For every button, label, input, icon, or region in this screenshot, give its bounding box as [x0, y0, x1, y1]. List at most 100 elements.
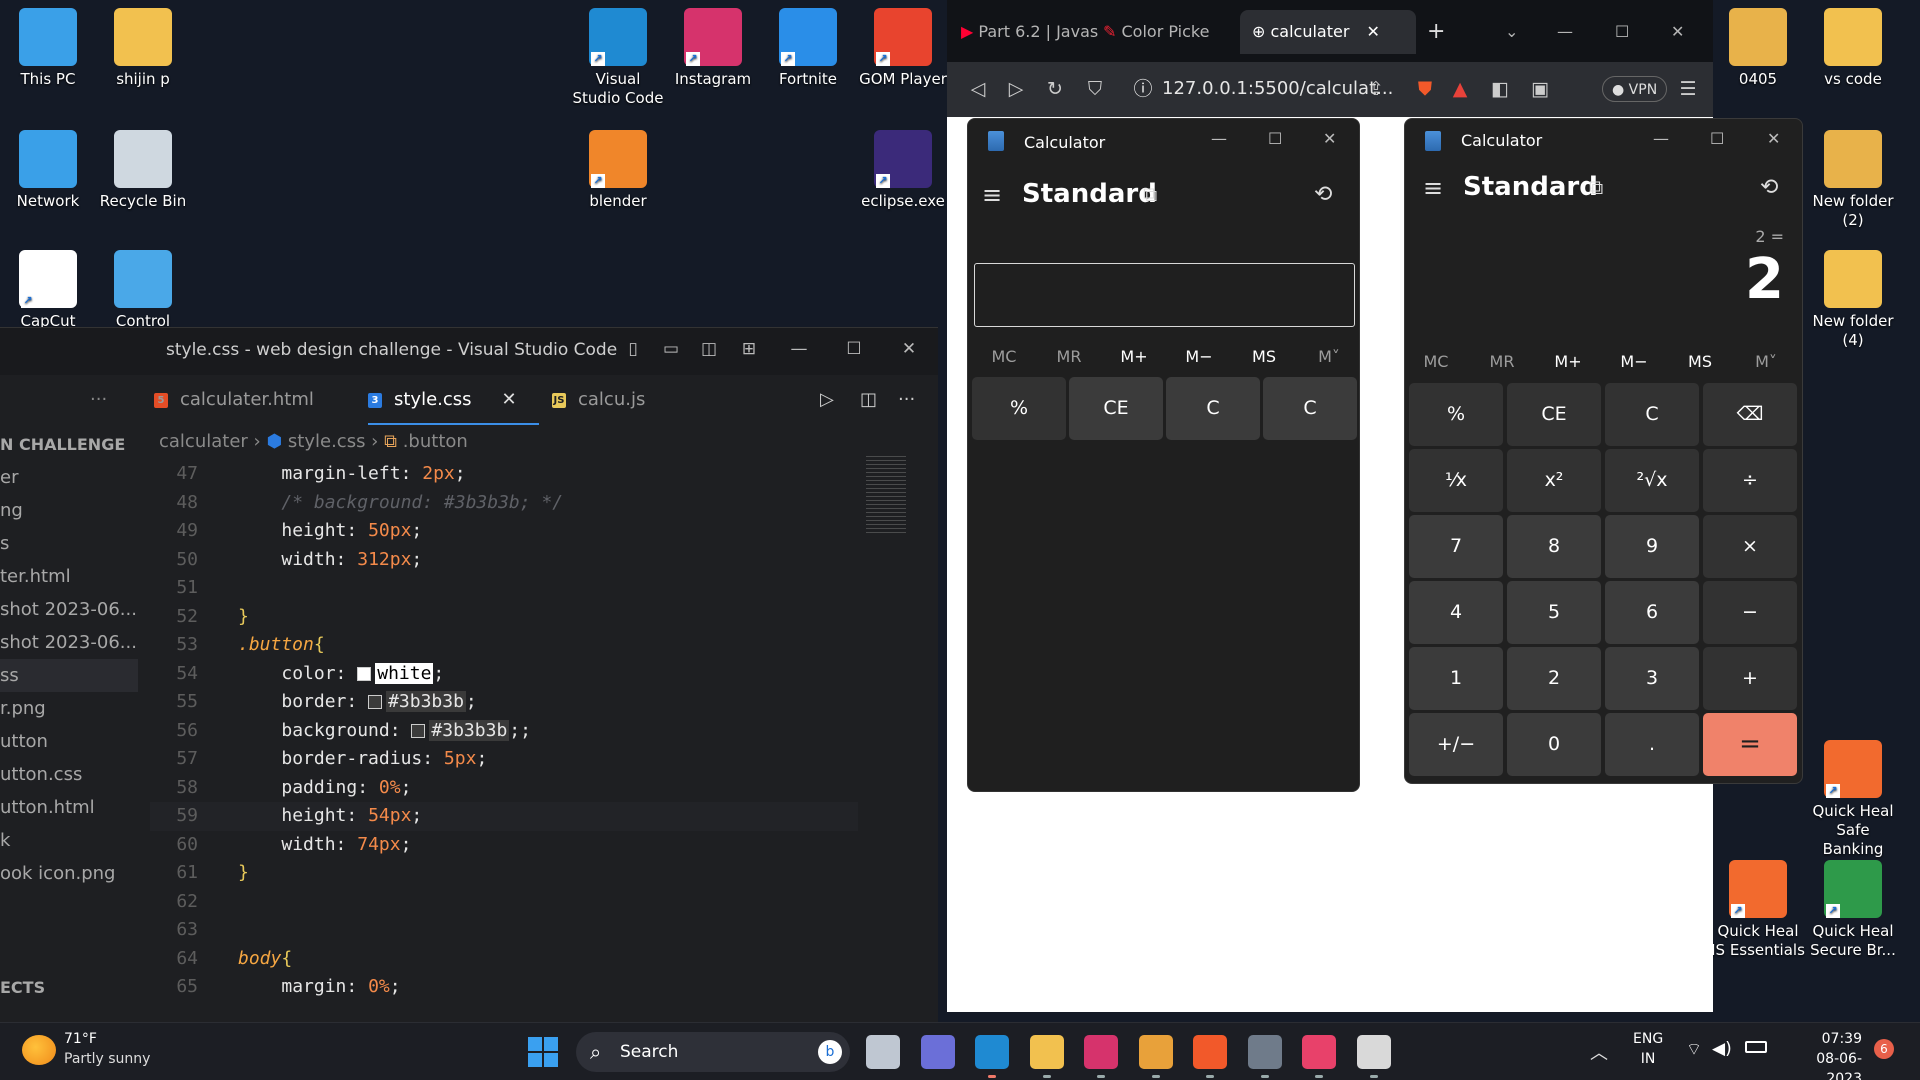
calc-button[interactable]: 5 — [1507, 581, 1601, 644]
close-button[interactable]: ✕ — [1323, 129, 1336, 148]
close-button[interactable]: ✕ — [898, 338, 920, 360]
vpn-button[interactable]: ● VPN — [1602, 76, 1668, 102]
sidebar-icon[interactable]: ◧ — [1487, 76, 1513, 102]
calculator-icon[interactable] — [1247, 1035, 1282, 1069]
memory-button[interactable]: MC — [1406, 352, 1466, 371]
new-tab-button[interactable]: + — [1427, 10, 1445, 54]
editor-more-icon[interactable]: ··· — [898, 375, 915, 425]
memory-button[interactable]: MS — [1234, 347, 1294, 366]
calc-button[interactable]: ⌫ — [1703, 383, 1797, 446]
share-icon[interactable]: ⇪ — [1363, 76, 1389, 102]
layout-split-icon[interactable]: ◫ — [698, 338, 720, 360]
code-editor[interactable]: 47 margin-left: 2px; 48 /* background: #3… — [150, 460, 858, 1002]
history-icon[interactable]: ⟲ — [1314, 182, 1332, 207]
bookmark-icon[interactable]: ⛉ — [1082, 76, 1108, 102]
desktop-icon[interactable]: ↗ eclipse.exe — [855, 130, 951, 211]
instagram-icon[interactable] — [1084, 1035, 1118, 1069]
calc-button[interactable]: 8 — [1507, 515, 1601, 578]
desktop-icon[interactable]: Recycle Bin — [95, 130, 191, 211]
vscode-icon[interactable] — [975, 1035, 1009, 1069]
desktop-icon[interactable]: 0405 — [1710, 8, 1806, 89]
minimize-button[interactable]: — — [1211, 129, 1227, 148]
desktop-icon[interactable]: Network — [0, 130, 96, 211]
desktop-icon[interactable]: ↗ Quick Heal Safe Banking — [1805, 740, 1901, 859]
brave-shield-icon[interactable]: ⛊ — [1412, 76, 1438, 102]
calc-button[interactable]: + — [1703, 647, 1797, 710]
explorer-item[interactable]: shot 2023-06... — [0, 593, 138, 626]
capcut-icon[interactable] — [1302, 1035, 1336, 1069]
explorer-item[interactable]: ter.html — [0, 560, 138, 593]
close-tab-icon[interactable]: ✕ — [502, 389, 517, 410]
minimap[interactable] — [866, 456, 906, 536]
explorer-item[interactable]: utton.css — [0, 758, 138, 791]
wallet-icon[interactable]: ▣ — [1527, 76, 1553, 102]
navigation-menu-icon[interactable]: ≡ — [1423, 174, 1443, 202]
explorer-item[interactable]: ng — [0, 494, 138, 527]
explorer-item[interactable]: k — [0, 824, 138, 857]
calc-button[interactable]: 4 — [1409, 581, 1503, 644]
memory-button[interactable]: MR — [1472, 352, 1532, 371]
browser-tab-color-picker[interactable]: ✎ Color Picke — [1103, 10, 1239, 54]
color-swatch-icon[interactable] — [411, 723, 426, 738]
desktop-icon[interactable]: This PC — [0, 8, 96, 89]
language-indicator[interactable]: ENG IN — [1633, 1029, 1663, 1069]
color-swatch-icon[interactable] — [357, 666, 372, 681]
memory-button[interactable]: M˅ — [1299, 347, 1359, 366]
explorer-item[interactable]: N CHALLENGE — [0, 428, 138, 461]
memory-button[interactable]: MS — [1670, 352, 1730, 371]
layout-sidebar-icon[interactable]: ▯ — [622, 338, 644, 360]
layout-panel-icon[interactable]: ▭ — [660, 338, 682, 360]
tab-calculater-html[interactable]: 5 calculater.html — [154, 375, 314, 425]
tab-style-css[interactable]: 3 style.css ✕ — [368, 375, 539, 425]
calc-button[interactable]: % — [1409, 383, 1503, 446]
desktop-icon[interactable]: ↗ blender — [570, 130, 666, 211]
calc-button[interactable]: ²√x — [1605, 449, 1699, 512]
memory-button[interactable]: MC — [974, 347, 1034, 366]
maximize-button[interactable]: ☐ — [843, 338, 865, 360]
memory-button[interactable]: M− — [1604, 352, 1664, 371]
calc-button[interactable]: 9 — [1605, 515, 1699, 578]
breadcrumb-symbol[interactable]: .button — [403, 431, 468, 452]
desktop-icon[interactable]: ↗ Fortnite — [760, 8, 856, 89]
calc-button[interactable]: 7 — [1409, 515, 1503, 578]
desktop-icon[interactable]: vs code — [1805, 8, 1901, 89]
maximize-button[interactable]: ☐ — [1268, 129, 1282, 148]
calc-button[interactable]: − — [1703, 581, 1797, 644]
keep-on-top-icon[interactable]: ⧉ — [1589, 175, 1603, 199]
calc-button[interactable]: × — [1703, 515, 1797, 578]
brave-icon[interactable] — [1193, 1035, 1227, 1069]
keep-on-top-icon[interactable]: ⧉ — [1143, 182, 1157, 206]
calc-button[interactable]: +/− — [1409, 713, 1503, 776]
calc-button[interactable]: C — [1263, 377, 1357, 440]
weather-temp[interactable]: 71°F — [64, 1031, 97, 1047]
desktop-icon[interactable]: shijin p — [95, 8, 191, 89]
close-button[interactable]: ✕ — [1671, 10, 1684, 54]
history-icon[interactable]: ⟲ — [1760, 175, 1778, 200]
brave-rewards-icon[interactable]: ▲ — [1447, 76, 1473, 102]
weather-icon[interactable] — [22, 1035, 56, 1065]
calc-button[interactable]: 6 — [1605, 581, 1699, 644]
maximize-button[interactable]: ☐ — [1710, 129, 1724, 148]
weather-text[interactable]: Partly sunny — [64, 1051, 150, 1067]
clock[interactable]: 07:39 08-06-2023 — [1782, 1029, 1862, 1080]
calc-button[interactable]: 2 — [1507, 647, 1601, 710]
memory-button[interactable]: M+ — [1538, 352, 1598, 371]
memory-button[interactable]: M˅ — [1736, 352, 1796, 371]
snipping-tool-icon[interactable] — [1356, 1035, 1391, 1069]
desktop-icon[interactable]: ↗ Quick Heal IS Essentials — [1710, 860, 1806, 960]
calc-button[interactable]: ⅟x — [1409, 449, 1503, 512]
split-editor-icon[interactable]: ◫ — [860, 375, 877, 425]
volume-icon[interactable]: ◀) — [1712, 1039, 1732, 1059]
memory-button[interactable]: MR — [1039, 347, 1099, 366]
menu-icon[interactable]: ☰ — [1675, 76, 1701, 102]
close-button[interactable]: ✕ — [1767, 129, 1780, 148]
minimize-button[interactable]: — — [788, 338, 810, 360]
explorer-item[interactable]: utton.html — [0, 791, 138, 824]
calc-display-input[interactable] — [974, 263, 1355, 327]
calc-button[interactable]: ÷ — [1703, 449, 1797, 512]
more-actions-icon[interactable]: ··· — [90, 375, 107, 425]
outline-section[interactable]: ECTS — [0, 978, 45, 997]
explorer-item[interactable]: s — [0, 527, 138, 560]
explorer-item[interactable]: shot 2023-06... — [0, 626, 138, 659]
breadcrumb-folder[interactable]: calculater — [159, 431, 248, 452]
